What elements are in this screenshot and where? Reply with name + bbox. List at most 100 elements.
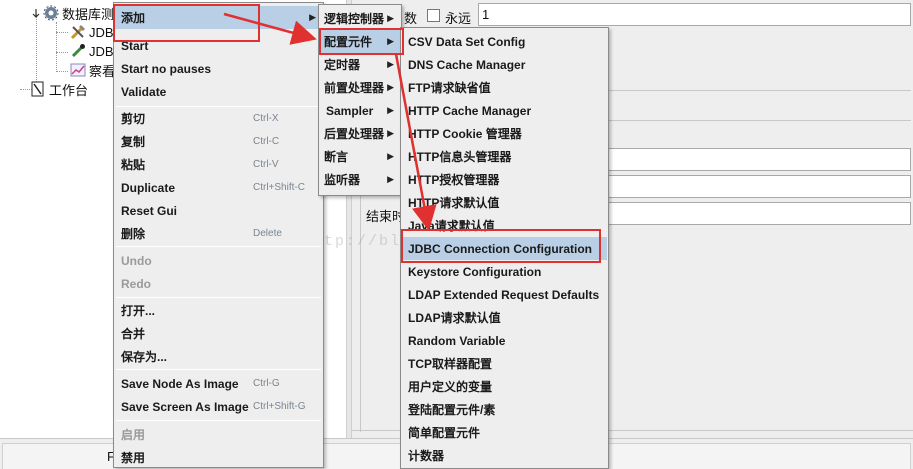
duration-input[interactable] — [608, 175, 911, 198]
menu-item-label: 复制 — [121, 135, 146, 149]
submenu-item-timer[interactable]: 定时器 ▶ — [320, 53, 400, 76]
menu-item-label: 定时器 — [324, 58, 361, 72]
tree-node-jdbc-1[interactable]: JDB — [70, 22, 114, 42]
menu-item-paste[interactable]: 粘贴 Ctrl-V — [115, 153, 322, 176]
menu-item-label: 逻辑控制器 — [324, 12, 385, 26]
forever-checkbox[interactable] — [427, 9, 440, 22]
config-item-tcp-sampler-config[interactable]: TCP取样器配置 — [402, 352, 607, 375]
tree-node-label: 数据库测 — [62, 6, 115, 22]
menu-separator — [116, 369, 321, 370]
config-item-simple-config[interactable]: 简单配置元件 — [402, 421, 607, 444]
config-item-http-auth[interactable]: HTTP授权管理器 — [402, 168, 607, 191]
divider — [608, 120, 911, 121]
menu-item-merge[interactable]: 合并 — [115, 322, 322, 345]
graph-icon — [70, 62, 86, 78]
config-item-http-defaults[interactable]: HTTP请求默认值 — [402, 191, 607, 214]
menu-item-label: 断言 — [324, 150, 349, 164]
menu-item-start[interactable]: Start — [115, 34, 322, 57]
menu-item-add[interactable]: 添加 ▶ — [115, 6, 322, 29]
menu-item-reset-gui[interactable]: Reset Gui — [115, 199, 322, 222]
menu-item-disable[interactable]: 禁用 — [115, 446, 322, 469]
config-item-login-config[interactable]: 登陆配置元件/素 — [402, 398, 607, 421]
menu-item-label: HTTP授权管理器 — [408, 173, 500, 187]
start-time-input[interactable] — [608, 148, 911, 171]
menu-item-duplicate[interactable]: Duplicate Ctrl+Shift-C — [115, 176, 322, 199]
menu-item-label: Reset Gui — [121, 203, 178, 218]
expand-handle-icon[interactable] — [32, 5, 40, 21]
menu-item-label: Save Screen As Image — [121, 399, 249, 414]
tree-node-label: 工作台 — [49, 82, 89, 98]
menu-item-save-screen-as-image[interactable]: Save Screen As Image Ctrl+Shift-G — [115, 395, 322, 418]
menu-item-label: LDAP Extended Request Defaults — [408, 287, 600, 302]
workbench-icon — [30, 81, 46, 97]
menu-item-label: 配置元件 — [324, 35, 373, 49]
menu-item-label: 保存为... — [121, 350, 168, 364]
config-item-counter[interactable]: 计数器 — [402, 444, 607, 467]
submenu-item-assertion[interactable]: 断言 ▶ — [320, 145, 400, 168]
menu-item-shortcut: Ctrl-V — [253, 159, 279, 170]
submenu-arrow-icon: ▶ — [387, 82, 394, 92]
menu-item-save-node-as-image[interactable]: Save Node As Image Ctrl-G — [115, 372, 322, 395]
submenu-item-listener[interactable]: 监听器 ▶ — [320, 168, 400, 191]
config-item-http-cookie[interactable]: HTTP Cookie 管理器 — [402, 122, 607, 145]
forever-label: 永远 — [445, 11, 472, 26]
tree-connector — [56, 71, 68, 72]
menu-item-label: 用户定义的变量 — [408, 380, 493, 394]
submenu-item-config-element[interactable]: 配置元件 ▶ — [320, 30, 400, 53]
config-item-random-variable[interactable]: Random Variable — [402, 329, 607, 352]
config-item-keystore[interactable]: Keystore Configuration — [402, 260, 607, 283]
submenu-item-sampler[interactable]: Sampler ▶ — [320, 99, 400, 122]
config-item-dns-cache[interactable]: DNS Cache Manager — [402, 53, 607, 76]
submenu-arrow-icon: ▶ — [387, 13, 394, 23]
submenu-arrow-icon: ▶ — [387, 174, 394, 184]
menu-item-label: Start — [121, 38, 149, 53]
submenu-item-pre-processor[interactable]: 前置处理器 ▶ — [320, 76, 400, 99]
submenu-arrow-icon: ▶ — [309, 12, 316, 22]
menu-item-label: Random Variable — [408, 333, 506, 348]
menu-item-validate[interactable]: Validate — [115, 80, 322, 103]
menu-separator — [116, 420, 321, 421]
submenu-item-logic-controller[interactable]: 逻辑控制器 ▶ — [320, 7, 400, 30]
menu-item-start-no-pauses[interactable]: Start no pauses — [115, 57, 322, 80]
config-item-ldap-defaults[interactable]: LDAP请求默认值 — [402, 306, 607, 329]
divider — [608, 90, 911, 91]
menu-item-label: Redo — [121, 276, 151, 291]
menu-item-save-as[interactable]: 保存为... — [115, 345, 322, 368]
menu-item-shortcut: Ctrl+Shift-C — [253, 182, 305, 193]
tree-node-workbench[interactable]: 工作台 — [30, 79, 88, 99]
loop-count-input[interactable]: 1 — [478, 3, 911, 26]
menu-item-label: HTTP Cookie 管理器 — [408, 127, 522, 141]
config-item-jdbc-connection[interactable]: JDBC Connection Configuration — [402, 237, 607, 260]
menu-item-cut[interactable]: 剪切 Ctrl-X — [115, 107, 322, 130]
loop-count-value: 1 — [482, 7, 490, 22]
loop-count-label: 数 — [404, 11, 418, 26]
menu-item-delete[interactable]: 删除 Delete — [115, 222, 322, 245]
pipette-icon — [70, 43, 86, 59]
menu-item-undo: Undo — [115, 249, 322, 272]
submenu-item-post-processor[interactable]: 后置处理器 ▶ — [320, 122, 400, 145]
tree-node-listener[interactable]: 察看 — [70, 60, 115, 80]
config-item-user-variables[interactable]: 用户定义的变量 — [402, 375, 607, 398]
tree-connector — [56, 52, 68, 53]
menu-item-label: Java请求默认值 — [408, 219, 495, 233]
tree-node-thread-group[interactable]: 数据库测 — [32, 3, 114, 23]
menu-separator — [116, 246, 321, 247]
config-item-http-header[interactable]: HTTP信息头管理器 — [402, 145, 607, 168]
menu-item-label: Start no pauses — [121, 61, 212, 76]
config-item-ftp-defaults[interactable]: FTP请求缺省值 — [402, 76, 607, 99]
gear-icon — [43, 5, 59, 21]
tree-node-jdbc-2[interactable]: JDB — [70, 41, 114, 61]
menu-item-open[interactable]: 打开... — [115, 299, 322, 322]
menu-item-copy[interactable]: 复制 Ctrl-C — [115, 130, 322, 153]
config-item-csv-data-set[interactable]: CSV Data Set Config — [402, 30, 607, 53]
config-item-http-cache[interactable]: HTTP Cache Manager — [402, 99, 607, 122]
menu-item-label: Duplicate — [121, 180, 176, 195]
menu-separator — [116, 297, 321, 298]
config-item-java-defaults[interactable]: Java请求默认值 — [402, 214, 607, 237]
menu-item-label: 计数器 — [408, 449, 445, 463]
menu-item-label: 粘贴 — [121, 158, 146, 172]
config-item-ldap-extended[interactable]: LDAP Extended Request Defaults — [402, 283, 607, 306]
menu-item-label: Validate — [121, 84, 167, 99]
tools-icon — [70, 24, 86, 40]
end-time-input[interactable] — [608, 202, 911, 225]
